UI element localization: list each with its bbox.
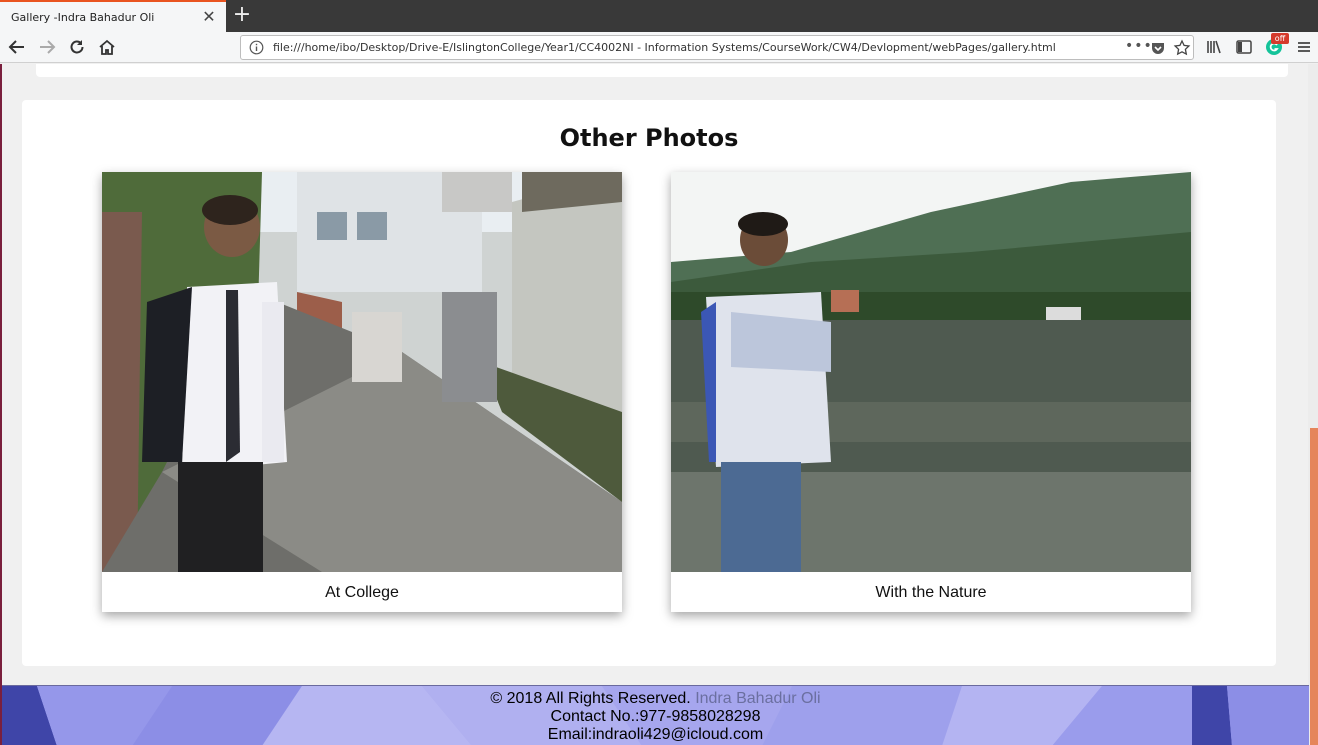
navigation-toolbar: file:///home/ibo/Desktop/Drive-E/Islingt… <box>0 32 1318 63</box>
pocket-icon[interactable] <box>1150 40 1166 56</box>
photo-caption: At College <box>325 584 399 601</box>
address-bar[interactable]: file:///home/ibo/Desktop/Drive-E/Islingt… <box>240 35 1194 60</box>
reload-icon[interactable] <box>66 36 88 58</box>
sidebar-icon[interactable] <box>1234 37 1254 57</box>
copyright-text: © 2018 All Rights Reserved. <box>490 690 691 707</box>
info-icon[interactable] <box>249 40 264 55</box>
photo-card-college[interactable]: At College <box>102 172 622 612</box>
previous-section-card <box>36 64 1288 77</box>
extension-off-badge: off <box>1271 33 1289 44</box>
nature-photo[interactable] <box>671 172 1191 572</box>
page-actions-icon[interactable]: ••• <box>1125 38 1153 54</box>
copyright-line: © 2018 All Rights Reserved. Indra Bahadu… <box>2 690 1309 708</box>
footer-author-link[interactable]: Indra Bahadur Oli <box>695 690 820 707</box>
contact-number: Contact No.:977-9858028298 <box>550 708 761 725</box>
photo-card-nature[interactable]: With the Nature <box>671 172 1191 612</box>
forward-icon[interactable] <box>36 36 58 58</box>
contact-email: Email:indraoli429@icloud.com <box>547 726 764 743</box>
college-photo[interactable] <box>102 172 622 572</box>
new-tab-icon[interactable]: + <box>232 3 252 27</box>
tab-strip: Gallery -Indra Bahadur Oli ✕ + <box>0 0 1318 32</box>
scrollbar-thumb[interactable] <box>1310 428 1318 745</box>
page-footer: © 2018 All Rights Reserved. Indra Bahadu… <box>2 685 1309 745</box>
url-text: file:///home/ibo/Desktop/Drive-E/Islingt… <box>273 41 1056 54</box>
menu-icon[interactable] <box>1294 37 1314 57</box>
window-edge <box>0 64 2 745</box>
home-icon[interactable] <box>96 36 118 58</box>
footer-text: © 2018 All Rights Reserved. Indra Bahadu… <box>2 690 1309 744</box>
tab-title: Gallery -Indra Bahadur Oli <box>11 11 155 24</box>
back-icon[interactable] <box>6 36 28 58</box>
close-tab-icon[interactable]: ✕ <box>200 8 218 26</box>
section-title: Other Photos <box>559 124 739 152</box>
bookmark-star-icon[interactable] <box>1173 39 1191 57</box>
tab-gallery[interactable]: Gallery -Indra Bahadur Oli ✕ <box>0 0 226 32</box>
photo-caption: With the Nature <box>875 584 987 601</box>
library-icon[interactable] <box>1204 37 1224 57</box>
